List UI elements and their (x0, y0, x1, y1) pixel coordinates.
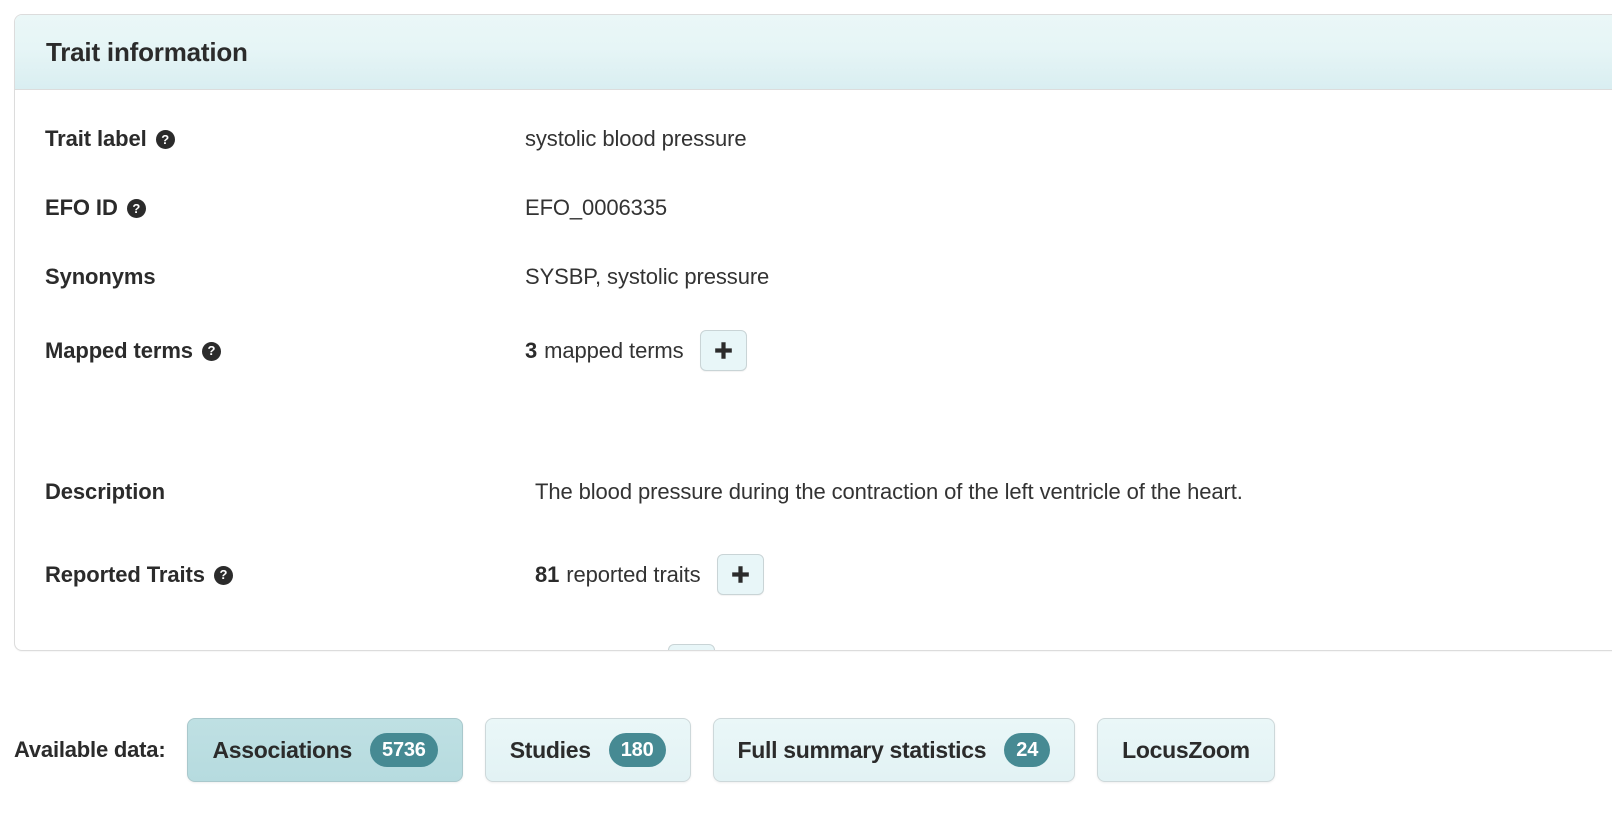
row-reported-traits: Reported Traits? 81 reported traits (15, 554, 1612, 595)
trait-information-card: Trait information Trait label? systolic … (14, 14, 1612, 651)
reported-traits-count: 81 (535, 561, 560, 587)
field-label-synonyms: Synonyms (45, 264, 525, 290)
field-value-trait-label: systolic blood pressure (525, 126, 747, 152)
field-value-efo-id: EFO_0006335 (525, 195, 667, 221)
available-data-bar: Available data: Associations 5736 Studie… (0, 705, 1612, 795)
tab-studies-label: Studies (509, 736, 591, 763)
row-child-traits: Child traits? 0 child traits (15, 644, 1612, 650)
field-label-text: Reported Traits (45, 561, 205, 587)
tab-full-summary-statistics-label: Full summary statistics (737, 736, 987, 763)
field-value-mapped-terms: 3 mapped terms (525, 330, 747, 371)
field-label-text: Trait label (45, 126, 147, 151)
field-label-trait-label: Trait label? (45, 126, 525, 152)
tab-full-summary-statistics[interactable]: Full summary statistics 24 (712, 718, 1076, 782)
field-value-synonyms: SYSBP, systolic pressure (525, 264, 769, 290)
card-header: Trait information (15, 15, 1612, 90)
field-label-description: Description (45, 479, 535, 505)
mapped-terms-count: 3 (525, 337, 538, 363)
field-value-child-traits: 0 child traits (535, 644, 715, 650)
available-data-label: Available data: (14, 737, 166, 762)
tab-full-summary-statistics-badge: 24 (1004, 733, 1051, 767)
field-value-text: mapped terms (544, 337, 684, 363)
tab-associations-badge: 5736 (370, 733, 438, 767)
row-description: Description The blood pressure during th… (15, 479, 1612, 505)
help-icon[interactable]: ? (201, 341, 221, 361)
field-value-text: SYSBP, systolic pressure (525, 264, 770, 289)
tab-associations-label: Associations (212, 736, 353, 763)
tab-associations[interactable]: Associations 5736 (187, 718, 463, 782)
field-value-reported-traits: 81 reported traits (535, 554, 764, 595)
help-icon-glyph: ? (219, 567, 228, 582)
field-label-reported-traits: Reported Traits? (45, 562, 535, 588)
expand-child-traits-button[interactable] (667, 644, 715, 650)
help-icon-glyph: ? (161, 131, 170, 147)
field-value-text: The blood pressure during the contractio… (535, 479, 1243, 504)
field-label-efo-id: EFO ID? (45, 195, 525, 221)
field-label-text: EFO ID (45, 195, 118, 220)
card-body: Trait label? systolic blood pressure EFO… (15, 126, 1612, 650)
field-label-mapped-terms: Mapped terms? (45, 338, 525, 364)
expand-mapped-terms-button[interactable] (699, 330, 747, 371)
tab-locuszoom[interactable]: LocusZoom (1097, 718, 1275, 782)
field-label-text: Synonyms (45, 264, 156, 289)
tab-studies[interactable]: Studies 180 (484, 718, 691, 782)
field-label-text: Mapped terms (45, 337, 193, 363)
row-mapped-terms: Mapped terms? 3 mapped terms (15, 330, 1612, 371)
expand-reported-traits-button[interactable] (716, 554, 764, 595)
help-icon-glyph: ? (132, 200, 141, 216)
tab-locuszoom-label: LocusZoom (1122, 736, 1250, 763)
tab-studies-badge: 180 (608, 733, 666, 767)
row-efo-id: EFO ID? EFO_0006335 (15, 195, 1612, 221)
field-value-text: EFO_0006335 (525, 195, 668, 220)
help-icon[interactable]: ? (126, 199, 146, 218)
help-icon[interactable]: ? (213, 565, 233, 585)
row-trait-label: Trait label? systolic blood pressure (15, 126, 1612, 152)
plus-icon (731, 566, 749, 583)
plus-icon (714, 342, 732, 359)
field-value-text: reported traits (566, 561, 701, 587)
page-title: Trait information (46, 36, 248, 67)
help-icon[interactable]: ? (155, 130, 175, 149)
help-icon-glyph: ? (207, 343, 216, 358)
row-synonyms: Synonyms SYSBP, systolic pressure (15, 264, 1612, 290)
field-value-description: The blood pressure during the contractio… (535, 479, 1243, 505)
field-value-text: systolic blood pressure (525, 126, 747, 151)
field-label-text: Description (45, 479, 165, 504)
